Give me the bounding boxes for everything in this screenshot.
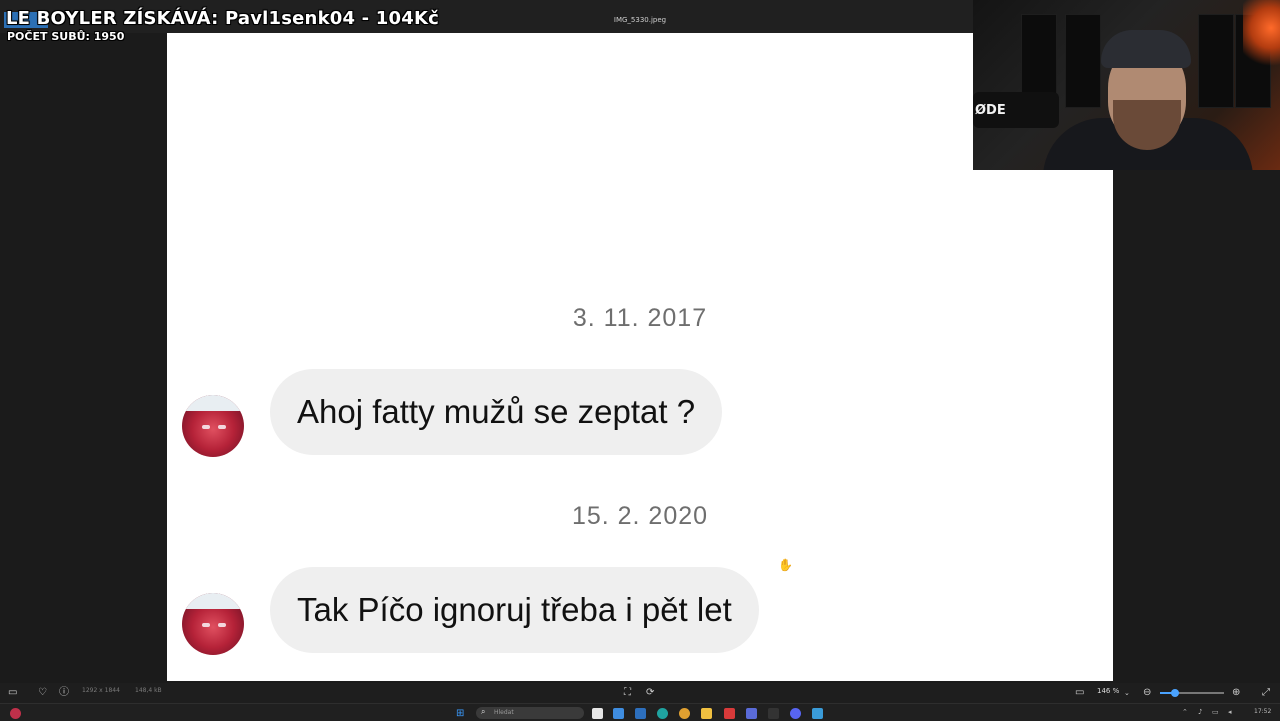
chevron-down-icon[interactable]: ⌄ — [1124, 685, 1130, 701]
viewer-bottom-toolbar: ▭ ♡ ⓘ 1292 x 1844 148,4 kB ⛶ ⟳ ▭ 146 % ⌄… — [0, 683, 1280, 703]
image-dimensions: 1292 x 1844 — [82, 687, 120, 694]
task-view-icon[interactable] — [592, 708, 603, 719]
microphone-icon[interactable]: ♪ — [1198, 708, 1202, 716]
filmstrip-icon[interactable]: ▭ — [8, 685, 17, 701]
sub-count-overlay: POČET SUBŮ: 1950 — [7, 30, 125, 43]
tray-chevron-icon[interactable]: ⌃ — [1182, 708, 1188, 716]
windows-taskbar: ⊞ ⌕ Hledat ⌃ ♪ ▭ ◂ 17:52 — [0, 703, 1280, 721]
chrome-icon[interactable] — [679, 708, 690, 719]
sender-avatar — [182, 593, 244, 655]
widgets-icon[interactable] — [613, 708, 624, 719]
fullscreen-icon[interactable]: ⤢ — [1262, 685, 1270, 701]
taskbar-search[interactable]: ⌕ Hledat — [476, 707, 584, 719]
hand-cursor-icon: ✋ — [778, 558, 793, 572]
message-bubble: Tak Píčo ignoruj třeba i pět let — [270, 567, 759, 653]
favorite-heart-icon[interactable]: ♡ — [38, 685, 47, 701]
network-icon[interactable]: ▭ — [1212, 708, 1219, 716]
store-icon[interactable] — [635, 708, 646, 719]
zoom-in-icon[interactable]: ⊕ — [1232, 685, 1240, 701]
volume-icon[interactable]: ◂ — [1228, 708, 1232, 716]
message-bubble: Ahoj fatty mužů se zeptat ? — [270, 369, 723, 455]
file-size: 148,4 kB — [135, 687, 162, 694]
discord-icon[interactable] — [790, 708, 801, 719]
donation-overlay-title: LE BOYLER ZÍSKÁVÁ: Pavl1senk04 - 104Kč — [6, 8, 439, 29]
info-icon[interactable]: ⓘ — [59, 685, 69, 701]
file-explorer-icon[interactable] — [701, 708, 712, 719]
fit-to-window-icon[interactable]: ⛶ — [624, 685, 631, 701]
zoom-slider-handle[interactable] — [1171, 689, 1179, 697]
viewer-filename: IMG_5330.jpeg — [613, 16, 667, 24]
message-date: 15. 2. 2020 — [571, 502, 709, 530]
message-date: 3. 11. 2017 — [572, 304, 708, 332]
app-icon[interactable] — [746, 708, 757, 719]
obs-icon[interactable] — [768, 708, 779, 719]
fit-screen-icon[interactable]: ▭ — [1075, 685, 1084, 701]
zoom-level[interactable]: 146 % — [1097, 687, 1119, 695]
edge-icon[interactable] — [657, 708, 668, 719]
weather-widget-icon[interactable] — [10, 708, 21, 719]
app-icon[interactable] — [724, 708, 735, 719]
image-canvas[interactable]: 3. 11. 2017 Ahoj fatty mužů se zeptat ? … — [167, 33, 1113, 681]
sender-avatar — [182, 395, 244, 457]
webcam-feed: ØDE — [973, 0, 1280, 170]
zoom-slider[interactable] — [1160, 689, 1224, 697]
microphone-brand-label: ØDE — [975, 103, 1006, 118]
rotate-icon[interactable]: ⟳ — [646, 685, 654, 701]
zoom-out-icon[interactable]: ⊖ — [1143, 685, 1151, 701]
windows-start-icon[interactable]: ⊞ — [456, 708, 467, 719]
search-icon: ⌕ — [481, 707, 486, 716]
search-placeholder: Hledat — [494, 709, 514, 716]
photos-icon[interactable] — [812, 708, 823, 719]
clock[interactable]: 17:52 — [1254, 708, 1271, 715]
